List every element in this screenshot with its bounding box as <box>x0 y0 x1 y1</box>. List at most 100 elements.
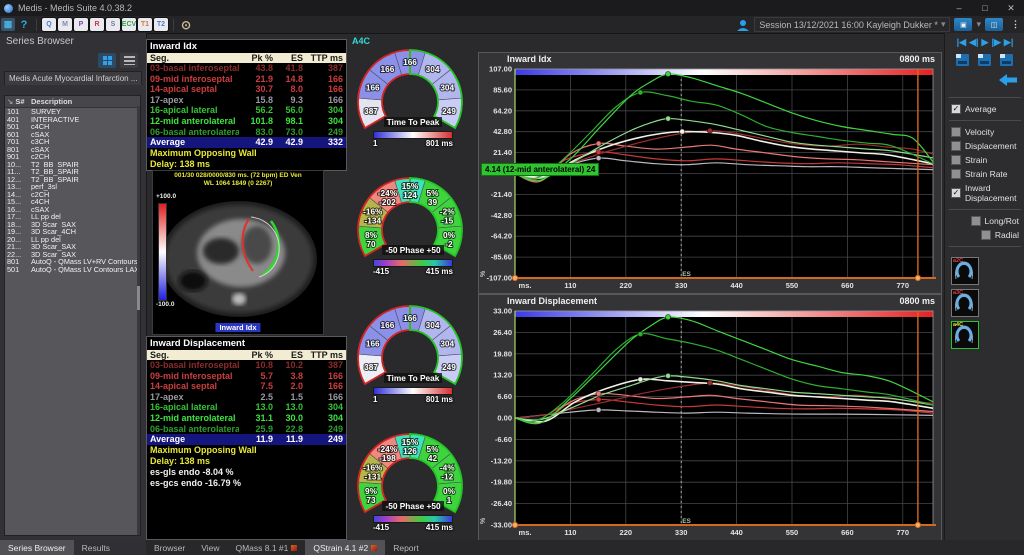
series-row[interactable]: 15...c4CH <box>5 198 140 206</box>
phase-gauge[interactable]: 9%73-16%-131-24%-19815%1265%42-4%-120%1-… <box>345 424 475 552</box>
series-row[interactable]: 13...perf_3sl <box>5 183 140 191</box>
series-row[interactable]: 21...3D Scar_SAX <box>5 243 140 251</box>
series-row[interactable]: 20...LL pp del <box>5 236 140 244</box>
chart-tooltip: 4.14 (12-mid anterolateral) 24 <box>481 163 599 176</box>
series-row[interactable]: 14...c2CH <box>5 191 140 199</box>
overflow-menu-icon[interactable]: ⋮ <box>1011 19 1020 30</box>
first-frame-button[interactable]: |◀ <box>957 37 966 48</box>
study-tab[interactable]: Medis Acute Myocardial Infarction ... <box>4 71 142 85</box>
tab-view[interactable]: View <box>193 540 227 555</box>
mri-viewport[interactable]: 001/30 028/0000/830 ms. (72 bpm) ED Ven … <box>152 170 324 335</box>
series-list-header[interactable]: ↘ S# Description <box>5 96 140 108</box>
medis-app-icon-4[interactable]: R <box>90 18 104 31</box>
view-thumbnail-a2C[interactable]: a2C <box>951 257 979 285</box>
time-to-peak-gauge[interactable]: 387166166166304304249Time To Peak1801 ms <box>345 40 475 168</box>
checkbox-velocity[interactable]: Velocity <box>945 125 1024 139</box>
view-thumbnail-a4C[interactable]: a4C <box>951 321 979 349</box>
checkbox-long-rot[interactable]: Long/Rot <box>945 214 1024 228</box>
layout-compare-icon[interactable]: ◫ <box>985 18 1003 31</box>
medis-app-icon-3[interactable]: P <box>74 18 88 31</box>
seg-row[interactable]: 03-basal inferoseptal43.841.8387 <box>147 63 346 74</box>
medis-app-icon-2[interactable]: M <box>58 18 72 31</box>
series-row[interactable]: 22...3D Scar_SAX <box>5 251 140 259</box>
tab-report[interactable]: Report <box>385 540 427 555</box>
tab-qstrain-4-1-2[interactable]: QStrain 4.1 #2 <box>305 540 385 555</box>
chevron-down-icon[interactable]: ▾ <box>976 19 981 30</box>
series-row[interactable]: 17...LL pp del <box>5 213 140 221</box>
phase-gauge[interactable]: 8%70-16%-134-24%-20215%1245%39-2%-150%-2… <box>345 168 475 296</box>
chart-title: Inward Idx <box>507 54 552 66</box>
layout-single-icon[interactable]: ▣ <box>954 18 972 31</box>
seg-row[interactable]: 06-basal anterolateral25.922.8249 <box>147 424 346 435</box>
next-frame-button[interactable]: |▶ <box>991 37 1000 48</box>
tab-results[interactable]: Results <box>74 540 118 555</box>
seg-row[interactable]: 17-apex15.89.3166 <box>147 95 346 106</box>
series-row[interactable]: 18...3D Scar_SAX <box>5 221 140 229</box>
back-arrow-icon[interactable] <box>999 74 1017 86</box>
checkbox-strain-rate[interactable]: Strain Rate <box>945 167 1024 181</box>
seg-row[interactable]: 09-mid inferoseptal21.914.8166 <box>147 74 346 85</box>
list-view-button[interactable] <box>120 53 138 68</box>
svg-text:660: 660 <box>841 528 854 537</box>
last-frame-button[interactable]: ▶| <box>1004 37 1013 48</box>
close-button[interactable]: ✕ <box>998 3 1024 14</box>
t1-app-icon[interactable]: T1 <box>138 18 152 31</box>
series-row[interactable]: 901c2CH <box>5 153 140 161</box>
seg-row[interactable]: 14-apical septal7.52.0166 <box>147 381 346 392</box>
inward-displacement-chart[interactable]: Inward Displacement 0800 ms 33.0026.4019… <box>478 294 942 541</box>
medis-app-icon-5[interactable]: S <box>106 18 120 31</box>
series-row[interactable]: 19...3D Scar_4CH <box>5 228 140 236</box>
seg-row[interactable]: 12-mid anterolateral101.898.1304 <box>147 116 346 127</box>
session-dropdown[interactable]: Session 13/12/2021 16:00 Kayleigh Dukker… <box>754 17 950 32</box>
series-row[interactable]: 801cSAX <box>5 146 140 154</box>
svg-text:-13.20: -13.20 <box>491 456 512 465</box>
series-row[interactable]: 12...T2_BB_SPAIR <box>5 176 140 184</box>
checkbox-inward-displacement[interactable]: ✓Inward Displacement <box>945 181 1024 205</box>
minimize-button[interactable]: – <box>946 3 972 14</box>
checkbox-displacement[interactable]: Displacement <box>945 139 1024 153</box>
prev-frame-button[interactable]: ◀| <box>969 37 978 48</box>
tab-series-browser[interactable]: Series Browser <box>0 540 74 555</box>
play-button[interactable]: ▶ <box>982 37 989 48</box>
series-row[interactable]: 801AutoQ - QMass LV+RV Contours <box>5 258 140 266</box>
grid-view-button[interactable] <box>98 53 116 68</box>
qstrain-ring-icon[interactable]: ⊙ <box>179 18 193 31</box>
checkbox-strain[interactable]: Strain <box>945 153 1024 167</box>
checkbox-radial[interactable]: Radial <box>945 228 1024 242</box>
seg-row[interactable]: 12-mid anterolateral31.130.0304 <box>147 413 346 424</box>
medis-app-icon-1[interactable]: Q <box>42 18 56 31</box>
layout-icon[interactable]: ▦ <box>1 18 15 31</box>
maximize-button[interactable]: □ <box>972 3 998 14</box>
inward-idx-chart[interactable]: Inward Idx 0800 ms 107.0085.6064.2042.80… <box>478 52 942 294</box>
export-data-icon[interactable] <box>977 53 993 67</box>
seg-row[interactable]: 14-apical septal30.78.0166 <box>147 84 346 95</box>
seg-row[interactable]: 06-basal anterolateral83.073.0249 <box>147 127 346 138</box>
tab-qmass-8-1-1[interactable]: QMass 8.1 #1 <box>227 540 305 555</box>
series-row[interactable]: 501c4CH <box>5 123 140 131</box>
series-row[interactable]: 16...cSAX <box>5 206 140 214</box>
ecv-app-icon[interactable]: ECV <box>122 18 136 31</box>
view-thumbnail-a3C[interactable]: a3C <box>951 289 979 317</box>
series-row[interactable]: 501AutoQ - QMass LV Contours LAX ... <box>5 266 140 274</box>
tab-browser[interactable]: Browser <box>146 540 193 555</box>
seg-row[interactable]: 16-apical lateral13.013.0304 <box>147 402 346 413</box>
series-scrollbar[interactable] <box>137 106 140 535</box>
time-to-peak-gauge[interactable]: 387166166166304304249Time To Peak1801 ms <box>345 296 475 424</box>
seg-row[interactable]: 17-apex2.51.5166 <box>147 392 346 403</box>
help-icon[interactable]: ? <box>17 18 31 31</box>
export-matrix-icon[interactable] <box>999 53 1015 67</box>
t2-app-icon[interactable]: T2 <box>154 18 168 31</box>
seg-row[interactable]: 09-mid inferoseptal5.73.8166 <box>147 371 346 382</box>
series-row[interactable]: 601cSAX <box>5 131 140 139</box>
series-row[interactable]: 11...T2_BB_SPAIR <box>5 168 140 176</box>
seg-table-footer: Delay: 138 ms <box>147 159 346 170</box>
series-row[interactable]: 10...T2_BB_SPAIR <box>5 161 140 169</box>
seg-row[interactable]: 16-apical lateral56.256.0304 <box>147 105 346 116</box>
checkbox-average[interactable]: ✓Average <box>945 102 1024 116</box>
series-row[interactable]: 101SURVEY <box>5 108 140 116</box>
export-jpg-icon[interactable] <box>955 53 971 67</box>
series-row[interactable]: 401INTERACTIVE <box>5 116 140 124</box>
seg-row[interactable]: 03-basal inferoseptal10.810.2387 <box>147 360 346 371</box>
seg-table-footer: Delay: 138 ms <box>147 456 346 467</box>
series-row[interactable]: 701c3CH <box>5 138 140 146</box>
